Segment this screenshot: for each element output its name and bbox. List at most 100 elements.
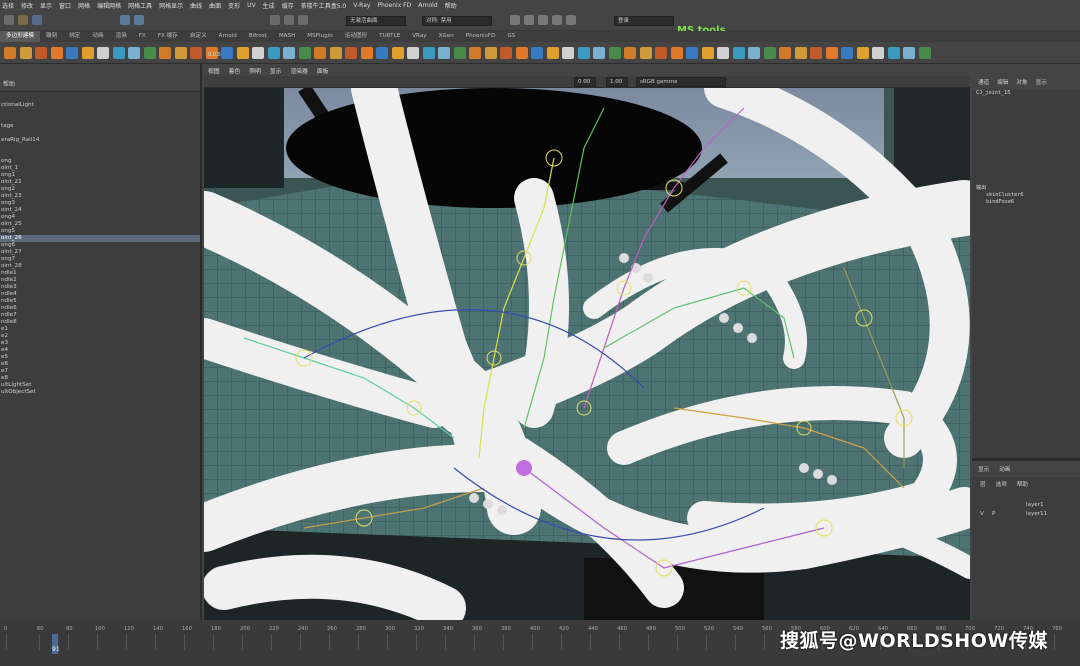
shelf-tool-icon[interactable] (345, 47, 357, 59)
shelf-tool-icon[interactable] (298, 47, 311, 59)
shelf-tool-icon[interactable] (97, 47, 109, 59)
shelf-tab[interactable]: FX 缓存 (152, 31, 184, 42)
outliner-item[interactable]: oint_26 (0, 235, 200, 242)
colorspace-dropdown[interactable]: sRGB gamma (636, 77, 726, 87)
layer-visibility-toggle[interactable]: V (980, 511, 986, 518)
shelf-tab[interactable]: MASH (273, 31, 301, 42)
outliner-item[interactable]: oint_23 (0, 193, 200, 200)
shelf-tool-icon[interactable] (329, 47, 342, 59)
shelf-tool-icon[interactable] (4, 47, 16, 59)
shelf-tool-icon[interactable] (515, 47, 528, 59)
shelf-tab[interactable]: 雕刻 (40, 31, 63, 42)
shelf-tool-icon[interactable] (484, 47, 497, 59)
menu-item[interactable]: 曲面 (209, 1, 221, 10)
shelf-tool-icon[interactable] (221, 47, 233, 59)
shelf-tab[interactable]: PhoenixFD (460, 31, 502, 42)
shelf-tab[interactable]: Arnold (213, 31, 243, 42)
render-view-icon[interactable] (510, 15, 520, 25)
menu-item[interactable]: 曲线 (190, 1, 202, 10)
shelf-tool-icon[interactable] (686, 47, 698, 59)
menu-item[interactable]: V-Ray (353, 2, 370, 9)
shelf-tool-icon[interactable] (608, 47, 621, 59)
shelf-tool-icon[interactable] (174, 47, 187, 59)
render-settings-icon[interactable] (552, 15, 562, 25)
shelf-tool-icon[interactable] (825, 47, 838, 59)
channel-box-tab[interactable]: 对象 (1016, 78, 1027, 90)
outliner-item[interactable]: ong6 (0, 242, 200, 249)
shelf-tool-icon[interactable] (128, 47, 140, 59)
outliner-item[interactable] (0, 130, 200, 137)
outliner-item[interactable]: ndle1 (0, 270, 200, 277)
outliner-item[interactable]: oint_22 (0, 179, 200, 186)
shelf-tab[interactable]: 自定义 (184, 31, 213, 42)
outliner-item[interactable]: oint_28 (0, 263, 200, 270)
shelf-tool-icon[interactable] (887, 47, 900, 59)
outliner-item[interactable]: e2 (0, 333, 200, 340)
outliner-item[interactable]: eraRig_Rail14 (0, 137, 200, 144)
shelf-tab[interactable]: TURTLE (373, 31, 406, 42)
channel-box-object-name[interactable]: CJ_joint_15 (972, 90, 1080, 97)
shelf-tool-icon[interactable] (639, 47, 652, 59)
shelf-tab[interactable]: 运动图形 (339, 31, 373, 42)
menu-item[interactable]: UV (247, 2, 256, 9)
layer-menu-item[interactable]: 帮助 (1017, 480, 1028, 488)
menu-item[interactable]: 茶楼牛工具盒5.0 (301, 1, 347, 10)
outliner-item[interactable]: ndle2 (0, 277, 200, 284)
shelf-tool-icon[interactable] (19, 47, 32, 59)
outliner-item[interactable]: ndle4 (0, 291, 200, 298)
shelf-tool-icon[interactable] (376, 47, 388, 59)
shelf-tool-icon[interactable] (903, 47, 915, 59)
outliner-help-menu[interactable]: 帮助 (3, 79, 15, 88)
login-dropdown[interactable]: 登录 (614, 16, 674, 26)
outliner-item[interactable]: e7 (0, 368, 200, 375)
shelf-tool-icon[interactable] (717, 47, 729, 59)
shelf-tool-icon[interactable] (391, 47, 404, 59)
shelf-tool-icon[interactable] (732, 47, 745, 59)
shelf-tool-icon[interactable] (66, 47, 78, 59)
shelf-tool-icon[interactable] (453, 47, 466, 59)
shelf-tool-icon[interactable] (236, 47, 249, 59)
ipr-render-icon[interactable] (538, 15, 548, 25)
shelf-tool-icon[interactable] (438, 47, 450, 59)
snap-grid-icon[interactable] (270, 15, 280, 25)
menu-item[interactable]: 帮助 (445, 1, 457, 10)
outliner-item[interactable]: e8 (0, 375, 200, 382)
menu-item[interactable]: 网格 (78, 1, 90, 10)
select-by-component-icon[interactable] (134, 15, 144, 25)
layer-name[interactable]: layer11 (1026, 511, 1047, 518)
open-scene-icon[interactable] (18, 15, 28, 25)
outliner-item[interactable] (0, 144, 200, 151)
channel-box-tab[interactable]: 通道 (978, 78, 989, 90)
menu-item[interactable]: 网格显示 (159, 1, 183, 10)
viewport-menu-item[interactable]: 照明 (249, 66, 261, 75)
shelf-tool-icon[interactable] (159, 47, 171, 59)
shelf-tab[interactable]: 多边形建模 (0, 31, 40, 42)
shelf-tab[interactable]: Bifrost (243, 31, 273, 42)
channel-box-tab[interactable]: 编辑 (997, 78, 1008, 90)
shelf-tool-icon[interactable] (856, 47, 869, 59)
shelf-tool-icon[interactable] (763, 47, 776, 59)
menu-item[interactable]: 编辑网格 (97, 1, 121, 10)
exposure-field[interactable]: 0.00 (574, 77, 596, 87)
viewport-menu-item[interactable]: 渲染器 (290, 66, 307, 75)
viewport-menu-item[interactable]: 视图 (208, 66, 220, 75)
shelf-tool-icon[interactable] (918, 47, 931, 59)
layer-visibility-toggle[interactable] (980, 502, 986, 509)
shelf-tool-icon[interactable] (360, 47, 373, 59)
outliner-item[interactable]: ong2 (0, 186, 200, 193)
menu-item[interactable]: 显示 (40, 1, 52, 10)
shelf-tool-icon[interactable] (35, 47, 47, 59)
outliner-item[interactable] (0, 109, 200, 116)
shelf-tool-icon[interactable] (779, 47, 791, 59)
shelf-tool-icon[interactable] (252, 47, 264, 59)
channel-box-output-item[interactable]: skinCluster6 (972, 192, 1080, 199)
shelf-tab[interactable]: 动画 (86, 31, 109, 42)
menu-item[interactable]: Arnold (418, 2, 437, 9)
shelf-tab[interactable]: 渲染 (110, 31, 133, 42)
shelf-tab[interactable]: 绑定 (63, 31, 86, 42)
shelf-tool-icon[interactable] (562, 47, 574, 59)
outliner-item[interactable] (0, 116, 200, 123)
outliner-item[interactable]: e4 (0, 347, 200, 354)
layer-row[interactable]: layer1 (972, 501, 1080, 510)
new-scene-icon[interactable] (4, 15, 14, 25)
